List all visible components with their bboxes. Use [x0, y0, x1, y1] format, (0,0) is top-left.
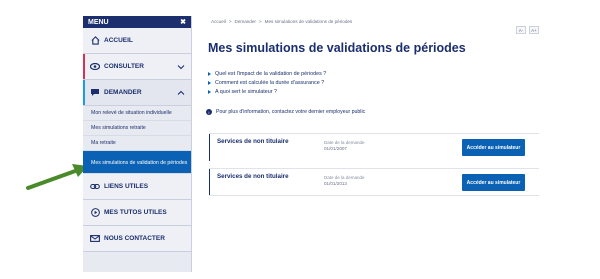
chevron-up-icon — [177, 90, 185, 95]
speech-bubble-icon — [90, 88, 100, 98]
triangle-right-icon — [208, 89, 211, 94]
info-notice: i Pour plus d'information, contactez vot… — [204, 109, 544, 115]
submenu-item-releve[interactable]: Mon relevé de situation individuelle — [83, 106, 191, 121]
menu-item-label: DEMANDER — [104, 89, 142, 96]
page: MENU ✖ ACCUEIL CONSULTER DEMANDER Mon re… — [0, 0, 600, 279]
date-label: Date de la demande — [324, 140, 365, 145]
breadcrumb: Accueil > Demander > Mes simulations de … — [204, 16, 544, 26]
faq-link[interactable]: Comment est calculée la durée d'assuranc… — [208, 78, 544, 87]
menu-item-label: CONSULTER — [104, 63, 144, 70]
menu-header: MENU ✖ — [83, 16, 191, 28]
open-simulator-button[interactable]: Accéder au simulateur — [462, 139, 525, 156]
submenu-item-ma-retraite[interactable]: Ma retraite — [83, 136, 191, 151]
faq-link[interactable]: Quel est l'impact de la validation de pé… — [208, 69, 544, 78]
open-simulator-button[interactable]: Accéder au simulateur — [462, 174, 525, 191]
menu-item-label: LIENS UTILES — [104, 183, 149, 190]
consulter-accent-bar — [83, 54, 85, 79]
faq-link-label: A quoi sert le simulateur ? — [215, 88, 278, 95]
zoom-in-button[interactable]: A+ — [529, 26, 539, 34]
submenu-item-simulations-retraite[interactable]: Mes simulations retraite — [83, 121, 191, 136]
demander-accent-bar — [83, 80, 85, 105]
request-date: 01/01/2013 — [324, 181, 347, 186]
submenu-item-simulations-validation[interactable]: Mes simulations de validation de période… — [83, 151, 191, 174]
info-text: Pour plus d'information, contactez votre… — [216, 109, 366, 115]
card-accent-bar — [209, 169, 210, 195]
main-content: Accueil > Demander > Mes simulations de … — [204, 16, 544, 115]
breadcrumb-separator: > — [228, 18, 232, 24]
triangle-right-icon — [208, 71, 211, 76]
faq-link-label: Quel est l'impact de la validation de pé… — [215, 70, 327, 77]
chevron-down-icon — [177, 65, 185, 70]
breadcrumb-demander[interactable]: Demander — [235, 19, 256, 24]
menu-item-contact[interactable]: NOUS CONTACTER — [83, 226, 191, 252]
faq-link[interactable]: A quoi sert le simulateur ? — [208, 87, 544, 96]
simulation-card: Services de non titulaire Date de la dem… — [209, 168, 539, 196]
menu-item-label: NOUS CONTACTER — [104, 235, 165, 242]
zoom-out-button[interactable]: A- — [516, 26, 526, 34]
menu-item-demander[interactable]: DEMANDER — [83, 80, 191, 106]
menu-item-label: MES TUTOS UTILES — [104, 209, 167, 216]
card-accent-bar — [209, 134, 210, 161]
page-title: Mes simulations de validations de périod… — [208, 41, 466, 55]
text-zoom-controls: A- A+ — [516, 26, 539, 34]
faq-link-label: Comment est calculée la durée d'assuranc… — [215, 79, 325, 86]
breadcrumb-home[interactable]: Accueil — [211, 19, 226, 24]
request-date: 01/01/2007 — [324, 146, 347, 151]
menu-title: MENU — [88, 18, 109, 26]
close-menu-icon[interactable]: ✖ — [180, 18, 186, 26]
envelope-icon — [90, 234, 100, 244]
simulation-type: Services de non titulaire — [217, 173, 289, 180]
simulation-type: Services de non titulaire — [217, 138, 289, 145]
demander-submenu: Mon relevé de situation individuelle Mes… — [83, 106, 191, 174]
date-label: Date de la demande — [324, 175, 365, 180]
triangle-right-icon — [208, 80, 211, 85]
menu-item-tutos[interactable]: MES TUTOS UTILES — [83, 200, 191, 226]
green-arrow-annotation — [26, 164, 88, 190]
sidebar-menu: MENU ✖ ACCUEIL CONSULTER DEMANDER Mon re… — [83, 16, 192, 272]
play-icon — [90, 208, 100, 218]
breadcrumb-current: Mes simulations de validations de périod… — [264, 18, 353, 24]
link-icon — [90, 182, 100, 192]
eye-icon — [90, 62, 100, 72]
faq-links: Quel est l'impact de la validation de pé… — [204, 69, 544, 96]
home-icon — [90, 36, 100, 46]
info-icon: i — [206, 109, 212, 115]
menu-item-accueil[interactable]: ACCUEIL — [83, 28, 191, 54]
menu-item-consulter[interactable]: CONSULTER — [83, 54, 191, 80]
simulation-card: Services de non titulaire Date de la dem… — [209, 133, 539, 161]
menu-item-label: ACCUEIL — [104, 37, 133, 44]
menu-item-liens-utiles[interactable]: LIENS UTILES — [83, 174, 191, 200]
breadcrumb-separator: > — [258, 18, 262, 24]
